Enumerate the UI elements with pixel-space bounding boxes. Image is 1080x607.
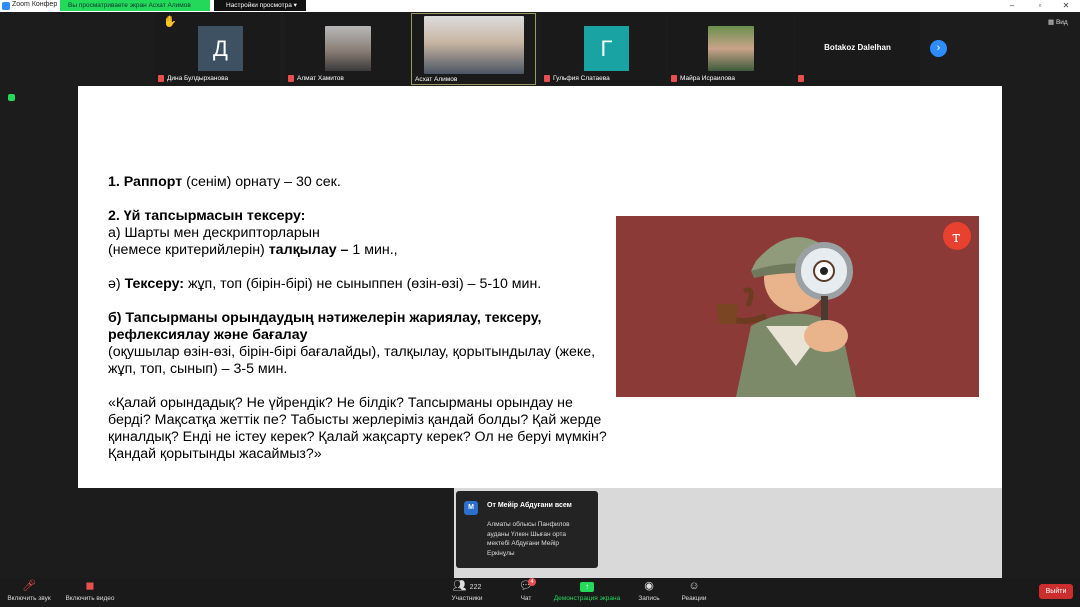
participant-name-plate: Асхат Алимов [415, 75, 457, 85]
homework-time: 1 мин., [348, 242, 398, 258]
record-icon: ◉ [644, 580, 654, 592]
screen-share-banner: Вы просматриваете экран Асхат Алимов [60, 0, 210, 11]
participant-name-plate: Алмат Хамитов [288, 74, 344, 84]
homework-title: 2. Үй тапсырмасын тексеру: [108, 208, 306, 224]
muted-mic-icon [671, 74, 677, 82]
participant-name-plate: Майра Исраилова [671, 74, 735, 84]
zoom-app-icon [2, 2, 10, 10]
detective-illustration: т [616, 216, 979, 397]
notification-header: От Мейір Абдуғани всем [487, 502, 572, 509]
participant-name-plate: Дина Булдырханова [158, 74, 228, 84]
check-title: Тексеру: [124, 276, 185, 292]
results-title: б) Тапсырманы орындаудың нәтижелерін жар… [108, 310, 542, 343]
participant-name: Майра Исраилова [680, 75, 736, 82]
share-screen-button[interactable]: ↑ Демонстрация экрана [548, 580, 626, 602]
reactions-label: Реакции [681, 595, 707, 602]
participant-video [424, 16, 524, 74]
view-label: Вид [1055, 19, 1068, 26]
detective-svg: т [716, 222, 971, 397]
start-video-button[interactable]: ◼ Включить видео [62, 580, 118, 602]
participant-name: Алмат Хамитов [297, 75, 344, 82]
participant-name-plate: Гульфия Слатаева [544, 74, 610, 84]
participant-name-plate [798, 74, 807, 84]
raised-hand-icon: ✋ [163, 16, 177, 28]
muted-mic-icon [158, 74, 164, 82]
participants-label: Участники [451, 595, 483, 602]
next-page-icon[interactable]: › [930, 40, 947, 57]
participant-video [708, 26, 754, 71]
check-prefix: ә) [108, 276, 125, 292]
results-text: (оқушылар өзін-өзі, бірін-бірі бағалайды… [108, 344, 596, 377]
avatar: Г [584, 26, 629, 71]
notification-message: Алматы облысы Панфилов ауданы Үлкен Шыға… [487, 521, 570, 557]
homework-line-a: а) Шарты мен дескрипторларын [108, 225, 320, 241]
participant-tile[interactable]: Botakoz Dalelhan [795, 13, 920, 85]
chat-notification[interactable]: М От Мейір Абдуғани всем Алматы облысы П… [456, 491, 598, 568]
view-options-menu[interactable]: Настройки просмотра ▾ [214, 0, 306, 11]
muted-mic-icon [798, 74, 804, 82]
muted-mic-icon [544, 74, 550, 82]
encryption-shield-icon [8, 94, 15, 101]
check-text: жұп, топ (бірін-бірі) не сыныппен (өзін-… [184, 276, 542, 292]
reactions-icon: ☺ [688, 580, 700, 592]
rapport-title: 1. Раппорт [108, 174, 183, 190]
reflection-questions: «Қалай орындадық? Не үйрендік? Не білдік… [108, 395, 607, 462]
muted-microphone-icon: 🎤︎ [22, 580, 36, 592]
participant-tile-active-speaker[interactable]: Асхат Алимов [411, 13, 536, 85]
sender-avatar: М [464, 501, 478, 515]
meeting-toolbar: 🎤︎ Включить звук ◼ Включить видео 👥︎ 222… [0, 578, 1080, 607]
participant-name: Botakoz Dalelhan [824, 43, 891, 52]
participant-tile[interactable]: Майра Исраилова [668, 13, 793, 85]
participant-name: Дина Булдырханова [167, 75, 229, 82]
participant-tile[interactable]: Алмат Хамитов [285, 13, 410, 85]
shared-screen-slide: 1. Раппорт (сенім) орнату – 30 сек. 2. Ү… [78, 86, 1002, 488]
record-label: Запись [638, 595, 660, 602]
view-toggle[interactable]: ▦ Вид [1048, 18, 1068, 26]
participant-gallery: Д Дина Булдырханова Алмат Хамитов Асхат … [155, 13, 955, 85]
share-screen-label: Демонстрация экрана [553, 595, 621, 602]
leave-meeting-button[interactable]: Выйти [1039, 584, 1073, 599]
close-icon[interactable]: ✕ [1054, 0, 1078, 12]
participants-button[interactable]: 👥︎ 222 Участники [444, 580, 490, 602]
chat-unread-badge: 4 [528, 578, 536, 586]
chat-label: Чат [520, 595, 532, 602]
maximize-icon[interactable]: ▫ [1028, 0, 1052, 12]
unmute-button[interactable]: 🎤︎ Включить звук [4, 580, 54, 602]
minimize-icon[interactable]: – [1000, 0, 1024, 12]
video-off-icon: ◼ [85, 580, 95, 592]
avatar: Д [198, 26, 243, 71]
unmute-label: Включить звук [7, 595, 51, 602]
record-button[interactable]: ◉ Запись [632, 580, 666, 602]
participant-video [325, 26, 371, 71]
muted-mic-icon [288, 74, 294, 82]
participants-icon: 👥︎ 222 [452, 580, 482, 592]
homework-discussion: талқылау – [268, 242, 349, 258]
dark-overlay [78, 488, 454, 578]
chat-button[interactable]: 💬︎ Чат [512, 580, 540, 602]
svg-text:т: т [952, 228, 960, 246]
start-video-label: Включить видео [65, 595, 115, 602]
window-title: Zoom Конфер [12, 1, 58, 8]
slide-text: 1. Раппорт (сенім) орнату – 30 сек. 2. Ү… [108, 174, 608, 480]
share-screen-icon: ↑ [548, 580, 626, 592]
participant-tile[interactable]: Г Гульфия Слатаева [541, 13, 666, 85]
participants-count: 222 [469, 584, 482, 591]
participant-name: Асхат Алимов [415, 76, 458, 83]
participant-name: Гульфия Слатаева [553, 75, 610, 82]
homework-line-b: (немесе критерийлерін) [108, 242, 269, 258]
rapport-text: (сенім) орнату – 30 сек. [182, 174, 341, 190]
reactions-button[interactable]: ☺ Реакции [676, 580, 712, 602]
view-options-label: Настройки просмотра [226, 2, 292, 9]
